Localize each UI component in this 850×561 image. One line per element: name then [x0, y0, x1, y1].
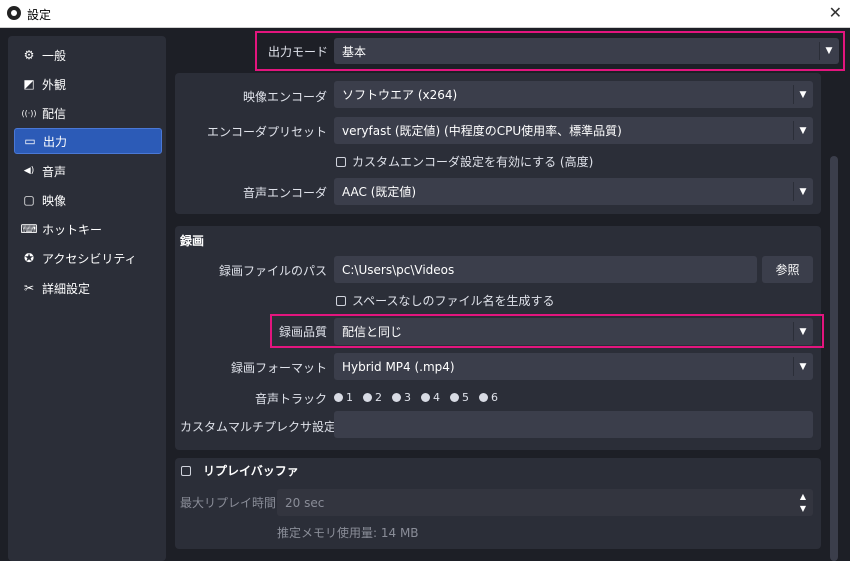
- chevron-down-icon: ▼: [793, 318, 813, 345]
- recording-path-input[interactable]: C:\Users\pc\Videos: [334, 256, 757, 283]
- audio-encoder-select[interactable]: AAC (既定値) ▼: [334, 178, 813, 205]
- max-replay-time-label: 最大リプレイ時間: [180, 496, 277, 510]
- chevron-down-icon: ▼: [793, 81, 813, 108]
- radio-button[interactable]: [450, 393, 459, 402]
- recording-path-label: 録画ファイルのパス: [218, 264, 327, 278]
- sidebar-item-video[interactable]: ▢ 映像: [14, 187, 162, 213]
- audio-track-2[interactable]: 2: [363, 391, 382, 404]
- audio-encoder-label: 音声エンコーダ: [242, 186, 327, 200]
- checkbox-box[interactable]: [336, 156, 346, 167]
- recording-quality-label: 録画品質: [278, 325, 327, 339]
- title-bar: 設定 ✕: [0, 0, 850, 28]
- gear-icon: ⚙: [23, 48, 35, 62]
- sidebar-item-appearance[interactable]: ◩ 外観: [14, 71, 162, 97]
- sidebar-item-label: 一般: [42, 48, 67, 63]
- chevron-up-icon[interactable]: ▲: [800, 491, 806, 503]
- output-mode-label: 出力モード: [267, 45, 328, 59]
- video-encoder-select[interactable]: ソフトウエア (x264) ▼: [334, 81, 813, 108]
- muxer-settings-input[interactable]: [334, 411, 813, 438]
- window-title: 設定: [27, 8, 52, 22]
- radio-button[interactable]: [392, 393, 401, 402]
- vertical-scrollbar[interactable]: [830, 156, 838, 561]
- obs-logo-icon: [7, 6, 21, 20]
- recording-format-label: 録画フォーマット: [230, 361, 327, 375]
- speaker-icon: ◀): [23, 166, 35, 176]
- video-encoder-value: ソフトウエア (x264): [342, 88, 458, 102]
- radio-button[interactable]: [421, 393, 430, 402]
- sidebar-item-output[interactable]: ▭ 出力: [14, 128, 162, 154]
- audio-encoder-value: AAC (既定値): [342, 185, 417, 199]
- sidebar-item-label: ホットキー: [42, 222, 103, 237]
- output-icon: ▭: [24, 134, 36, 148]
- encoder-preset-value: veryfast (既定値) (中程度のCPU使用率、標準品質): [342, 124, 622, 138]
- encoder-preset-label: エンコーダプリセット: [206, 125, 327, 139]
- audio-track-4[interactable]: 4: [421, 391, 440, 404]
- radio-button[interactable]: [363, 393, 372, 402]
- output-mode-value: 基本: [342, 44, 367, 59]
- radio-button[interactable]: [334, 393, 343, 402]
- muxer-settings-label: カスタムマルチプレクサ設定: [180, 420, 337, 434]
- output-mode-select[interactable]: 基本 ▼: [334, 38, 839, 64]
- chevron-down-icon: ▼: [793, 353, 813, 380]
- broadcast-icon: ((·)): [21, 108, 37, 118]
- audio-track-6[interactable]: 6: [479, 391, 498, 404]
- sidebar-item-label: 音声: [42, 164, 67, 179]
- appearance-icon: ◩: [23, 77, 35, 91]
- sidebar-item-accessibility[interactable]: ✪ アクセシビリティ: [14, 245, 162, 271]
- chevron-down-icon: ▼: [793, 117, 813, 144]
- audio-track-label: 音声トラック: [254, 392, 327, 406]
- recording-format-value: Hybrid MP4 (.mp4): [342, 359, 455, 374]
- sidebar-item-label: アクセシビリティ: [42, 251, 137, 266]
- sidebar-item-label: 詳細設定: [42, 281, 91, 296]
- settings-sidebar: ⚙ 一般 ◩ 外観 ((·)) 配信 ▭ 出力 ◀) 音声 ▢ 映像 ⌨ ホット…: [8, 36, 166, 561]
- memory-usage-estimate: 推定メモリ使用量: 14 MB: [277, 526, 419, 540]
- sidebar-item-stream[interactable]: ((·)) 配信: [14, 100, 162, 126]
- browse-button[interactable]: 参照: [762, 256, 813, 283]
- custom-encoder-checkbox[interactable]: カスタムエンコーダ設定を有効にする (高度): [336, 153, 593, 170]
- checkbox-box[interactable]: [336, 295, 346, 306]
- no-space-filename-checkbox[interactable]: スペースなしのファイル名を生成する: [336, 292, 555, 309]
- sidebar-item-hotkeys[interactable]: ⌨ ホットキー: [14, 216, 162, 242]
- chevron-down-icon[interactable]: ▼: [800, 503, 806, 515]
- audio-track-1[interactable]: 1: [334, 391, 353, 404]
- sidebar-item-advanced[interactable]: ✂ 詳細設定: [14, 275, 162, 301]
- audio-track-3[interactable]: 3: [392, 391, 411, 404]
- max-replay-time-value: 20 sec: [285, 495, 325, 510]
- recording-format-select[interactable]: Hybrid MP4 (.mp4) ▼: [334, 353, 813, 380]
- no-space-filename-label: スペースなしのファイル名を生成する: [352, 294, 555, 308]
- close-icon[interactable]: ✕: [829, 3, 842, 22]
- sidebar-item-label: 外観: [42, 77, 67, 92]
- video-encoder-label: 映像エンコーダ: [242, 90, 327, 104]
- chevron-down-icon: ▼: [819, 38, 839, 64]
- accessibility-icon: ✪: [23, 251, 35, 265]
- sidebar-item-audio[interactable]: ◀) 音声: [14, 158, 162, 184]
- chevron-down-icon: ▼: [793, 178, 813, 205]
- encoder-preset-select[interactable]: veryfast (既定値) (中程度のCPU使用率、標準品質) ▼: [334, 117, 813, 144]
- checkbox-box[interactable]: [181, 465, 191, 476]
- replay-buffer-label: リプレイバッファ: [203, 464, 299, 478]
- custom-encoder-checkbox-label: カスタムエンコーダ設定を有効にする (高度): [352, 155, 594, 169]
- audio-track-5[interactable]: 5: [450, 391, 469, 404]
- recording-section-title: 録画: [180, 234, 205, 248]
- sidebar-item-general[interactable]: ⚙ 一般: [14, 42, 162, 68]
- monitor-icon: ▢: [23, 193, 35, 207]
- radio-button[interactable]: [479, 393, 488, 402]
- keyboard-icon: ⌨: [20, 222, 38, 236]
- tools-icon: ✂: [23, 281, 35, 295]
- recording-quality-select[interactable]: 配信と同じ ▼: [334, 318, 813, 345]
- spin-buttons[interactable]: ▲ ▼: [794, 489, 812, 516]
- recording-quality-value: 配信と同じ: [342, 325, 403, 339]
- sidebar-item-label: 配信: [42, 106, 67, 121]
- replay-buffer-checkbox[interactable]: リプレイバッファ: [181, 462, 299, 479]
- max-replay-time-input[interactable]: 20 sec: [277, 489, 813, 516]
- sidebar-item-label: 映像: [42, 193, 67, 208]
- audio-track-radios: 1 2 3 4 5 6: [334, 391, 508, 404]
- sidebar-item-label: 出力: [43, 134, 68, 149]
